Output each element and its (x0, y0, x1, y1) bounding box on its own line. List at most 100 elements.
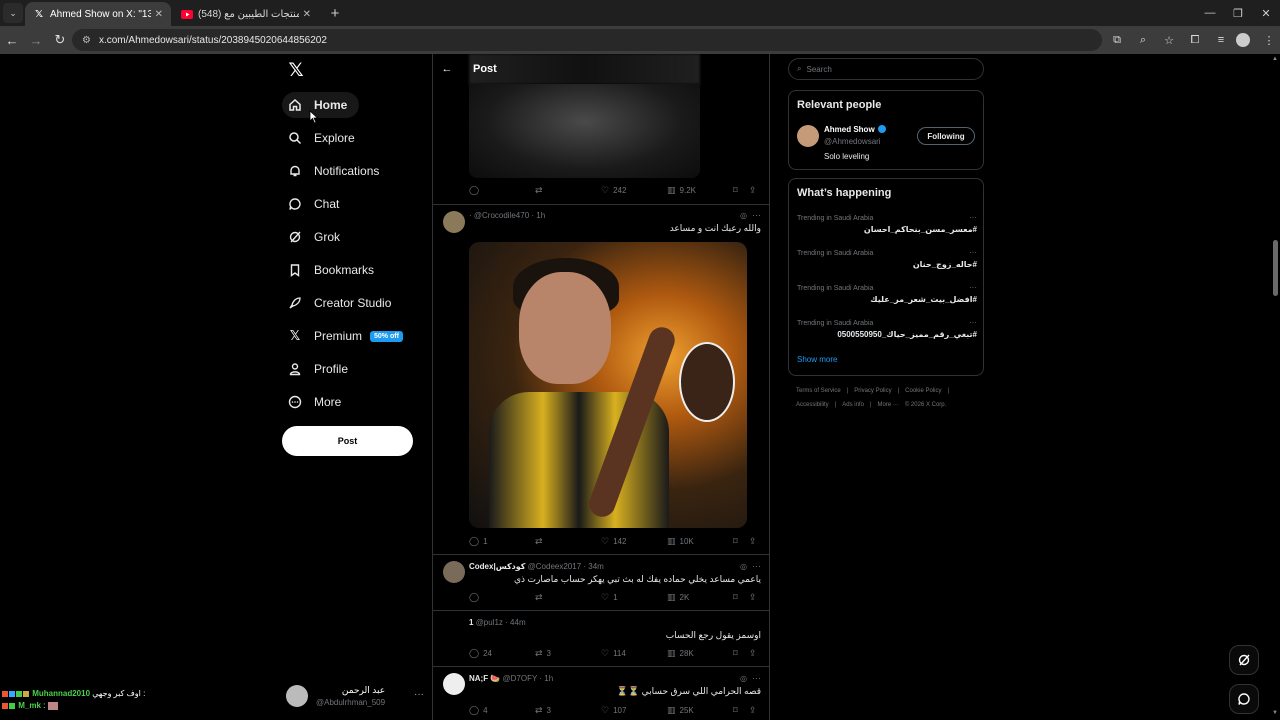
tweet-image[interactable] (469, 242, 747, 528)
retweet-button[interactable]: ⇄ (535, 536, 601, 547)
like-button[interactable]: ♡ 1 (601, 592, 667, 603)
reply-button[interactable]: ◯ (469, 592, 535, 603)
share-button[interactable]: ⇪ (749, 592, 761, 603)
trend-item[interactable]: Trending in Saudi Arabia ··· #حاله_زوج_ح… (797, 248, 977, 280)
sidebar-item-premium[interactable]: 𝕏 Premium 50% off (282, 323, 415, 349)
browser-tab-x[interactable]: 𝕏 Ahmed Show on X: "1337# وير ✕ (25, 2, 171, 26)
extensions-icon[interactable]: ⧠ (1184, 28, 1206, 52)
back-icon[interactable]: ← (0, 28, 24, 52)
more-icon[interactable]: ··· (752, 561, 761, 571)
sidebar-item-bookmarks[interactable]: Bookmarks (282, 257, 386, 283)
install-app-icon[interactable]: ⧉ (1106, 28, 1128, 52)
retweet-button[interactable]: ⇄ (535, 592, 601, 603)
more-icon[interactable]: ··· (969, 248, 977, 257)
views-button[interactable]: ▥ 28K (667, 648, 733, 659)
bookmark-star-icon[interactable]: ☆ (1158, 28, 1180, 52)
bookmark-button[interactable]: ⌑ (733, 648, 749, 659)
grok-icon[interactable]: ◎ (740, 674, 747, 683)
retweet-button[interactable]: ⇄ 3 (535, 648, 601, 659)
close-window-icon[interactable]: ✕ (1252, 0, 1280, 26)
footer-link[interactable]: Accessibility (796, 402, 829, 408)
reload-icon[interactable]: ↻ (48, 28, 72, 52)
like-button[interactable]: ♡ 114 (601, 648, 667, 659)
site-info-icon[interactable]: ⚙ (82, 35, 91, 46)
retweet-button[interactable]: ⇄ 3 (535, 705, 601, 716)
views-button[interactable]: ▥ 25K (667, 705, 733, 716)
trend-item[interactable]: Trending in Saudi Arabia ··· #تبغي_رقم_م… (797, 318, 977, 350)
avatar[interactable] (443, 673, 465, 695)
menu-icon[interactable]: ⋮ (1258, 28, 1280, 52)
footer-link[interactable]: Cookie Policy (905, 388, 941, 394)
media-control-icon[interactable]: ≡ (1210, 28, 1232, 52)
following-button[interactable]: Following (917, 127, 975, 145)
bookmark-button[interactable]: ⌑ (733, 536, 749, 547)
reply-button[interactable]: ◯ 1 (469, 536, 535, 547)
sidebar-item-notifications[interactable]: Notifications (282, 158, 391, 184)
new-tab-button[interactable]: + (325, 3, 345, 23)
more-icon[interactable]: ··· (969, 283, 977, 292)
like-button[interactable]: ♡ 142 (601, 536, 667, 547)
reply-button[interactable]: ◯ (469, 185, 535, 196)
post-button[interactable]: Post (282, 426, 413, 456)
trend-item[interactable]: Trending in Saudi Arabia ··· #افضل_بيت_ش… (797, 283, 977, 315)
avatar[interactable] (443, 561, 465, 583)
page-scrollbar[interactable]: ▲ ▼ (1270, 54, 1280, 720)
more-icon[interactable]: ··· (969, 213, 977, 222)
bookmark-button[interactable]: ⌑ (733, 592, 749, 603)
footer-link[interactable]: Terms of Service (796, 388, 841, 394)
scroll-down-icon[interactable]: ▼ (1272, 710, 1278, 716)
messages-fab-button[interactable] (1229, 684, 1259, 714)
bookmark-button[interactable]: ⌑ (733, 185, 749, 196)
profile-avatar[interactable] (1236, 33, 1250, 47)
more-icon[interactable]: ··· (752, 673, 761, 683)
close-icon[interactable]: ✕ (303, 9, 311, 20)
zoom-icon[interactable]: ⌕ (1132, 28, 1154, 52)
tweet-image[interactable] (469, 84, 700, 178)
scrollbar-thumb[interactable] (1273, 240, 1278, 296)
sidebar-item-home[interactable]: Home (282, 92, 360, 118)
reply-button[interactable]: ◯ 4 (469, 705, 535, 716)
address-bar[interactable]: ⚙ x.com/Ahmedowsari/status/2038945020644… (72, 29, 1102, 51)
footer-link[interactable]: Ads info (842, 402, 864, 408)
browser-tab-youtube[interactable]: (548) جربت منتجات الطيبين مع ... ✕ (173, 2, 319, 26)
trend-item[interactable]: Trending in Saudi Arabia ··· #معسر_مسن_ب… (797, 213, 977, 245)
close-icon[interactable]: ✕ (155, 9, 163, 20)
views-button[interactable]: ▥ 10K (667, 536, 733, 547)
more-icon[interactable]: ··· (969, 318, 977, 327)
search-input[interactable]: ⌕ Search (788, 58, 984, 80)
scroll-up-icon[interactable]: ▲ (1272, 56, 1278, 62)
share-button[interactable]: ⇪ (749, 185, 761, 196)
back-arrow-icon[interactable]: ← (433, 63, 461, 75)
share-button[interactable]: ⇪ (749, 648, 761, 659)
grok-icon[interactable]: ◎ (740, 211, 747, 220)
more-icon[interactable]: ··· (752, 210, 761, 220)
footer-link[interactable]: Privacy Policy (854, 388, 891, 394)
tab-search-dropdown[interactable]: ⌄ (3, 3, 23, 23)
x-logo-icon[interactable]: 𝕏 (286, 60, 306, 81)
sidebar-item-chat[interactable]: Chat (282, 191, 351, 217)
more-icon[interactable]: ··· (414, 689, 424, 700)
views-button[interactable]: ▥ 2K (667, 592, 733, 603)
footer-link[interactable]: More ··· (878, 402, 899, 408)
bookmark-button[interactable]: ⌑ (733, 705, 749, 716)
grok-fab-button[interactable] (1229, 645, 1259, 675)
person-name[interactable]: Ahmed Show (824, 125, 886, 134)
sidebar-item-grok[interactable]: Grok (282, 224, 352, 250)
reply-button[interactable]: ◯ 24 (469, 648, 535, 659)
sidebar-item-explore[interactable]: Explore (282, 125, 367, 151)
restore-icon[interactable]: ❐ (1224, 0, 1252, 26)
minimize-icon[interactable]: — (1196, 0, 1224, 26)
grok-icon[interactable]: ◎ (740, 562, 747, 571)
retweet-button[interactable]: ⇄ (535, 185, 601, 196)
share-button[interactable]: ⇪ (749, 705, 761, 716)
account-switcher[interactable]: عبد الرحمن @Abdulrhman_509 ··· (286, 679, 424, 713)
avatar[interactable] (443, 211, 465, 233)
views-button[interactable]: ▥ 9.2K (667, 185, 733, 196)
share-button[interactable]: ⇪ (749, 536, 761, 547)
sidebar-item-more[interactable]: More (282, 389, 353, 415)
sidebar-item-profile[interactable]: Profile (282, 356, 360, 382)
forward-icon[interactable]: → (24, 28, 48, 52)
avatar[interactable] (797, 125, 819, 147)
like-button[interactable]: ♡ 242 (601, 185, 667, 196)
show-more-link[interactable]: Show more (797, 355, 837, 364)
